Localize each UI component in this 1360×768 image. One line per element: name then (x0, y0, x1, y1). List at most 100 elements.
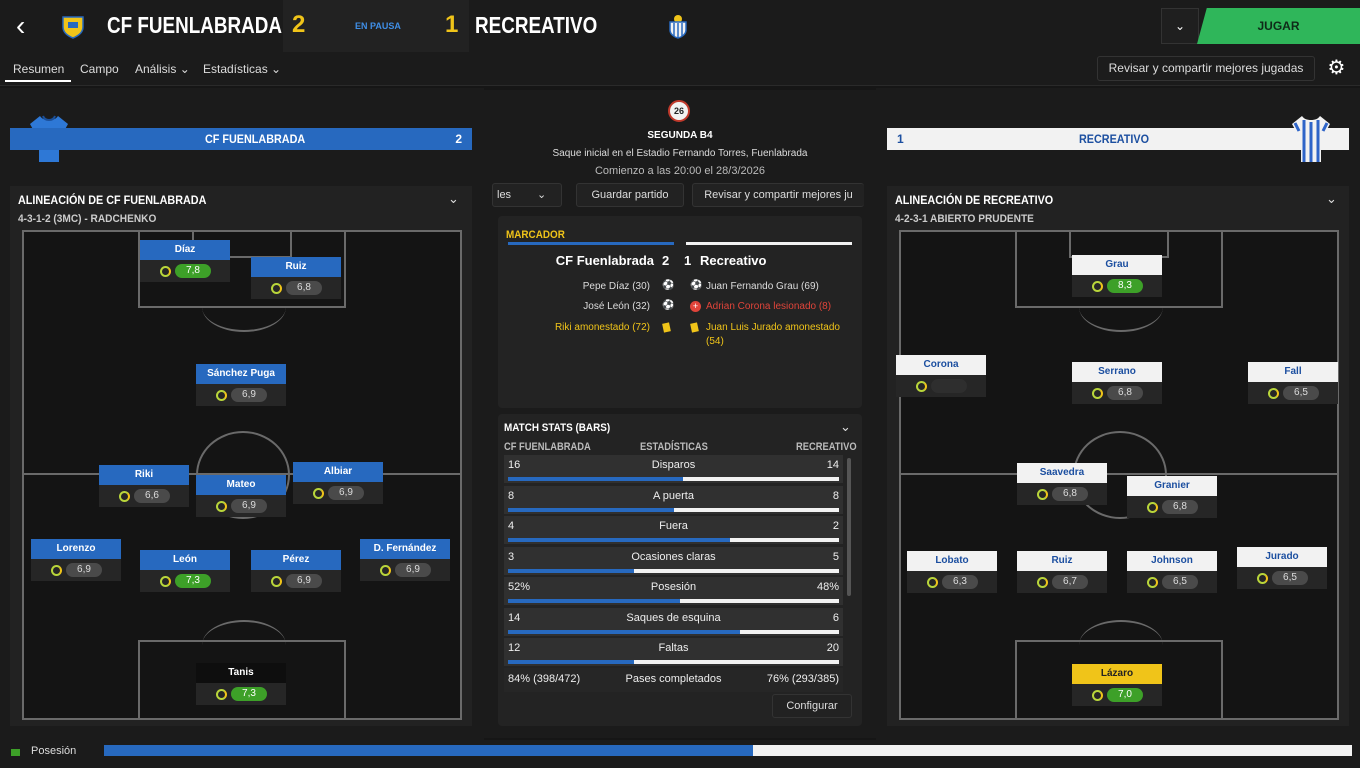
stats-scrollbar[interactable] (847, 458, 851, 596)
player-rating: 6,7 (1052, 575, 1088, 589)
partial-menu-button[interactable]: les ⌄ (492, 183, 562, 207)
tab-analisis-label: Análisis (135, 62, 177, 76)
rating-icon (160, 576, 171, 587)
away-band-name: RECREATIVO (1079, 132, 1150, 146)
player-name: Corona (896, 355, 986, 375)
scoreboard-title: MARCADOR (506, 229, 565, 241)
chevron-down-icon: ⌄ (179, 62, 190, 76)
away-formation: 4-2-3-1 ABIERTO PRUDENTE (895, 213, 1034, 225)
player-card[interactable]: Lázaro 7,0 (1072, 664, 1162, 710)
chevron-down-icon[interactable]: ⌄ (448, 191, 459, 207)
player-name: Díaz (140, 240, 230, 260)
home-event: José León (32) (583, 301, 650, 312)
player-card[interactable]: Lobato 6,3 (907, 551, 997, 597)
play-button[interactable]: JUGAR (1197, 8, 1360, 44)
review-highlights-button[interactable]: Revisar y compartir mejores jugadas (1097, 56, 1315, 81)
rating-icon (380, 565, 391, 576)
player-name: Riki (99, 465, 189, 485)
player-name: Johnson (1127, 551, 1217, 571)
goal-ball-icon: ⚽ (690, 280, 703, 291)
player-rating: 6,5 (1283, 386, 1319, 400)
tab-resumen[interactable]: Resumen (13, 62, 64, 76)
gear-icon[interactable]: ⚙ (1324, 56, 1349, 81)
chevron-down-icon[interactable]: ⌄ (1161, 8, 1199, 44)
stats-col-away: RECREATIVO (796, 441, 857, 453)
scoreboard-away-score: 1 (684, 253, 692, 268)
stat-bar-home-fill (508, 538, 730, 542)
stat-away-value: 20 (826, 642, 839, 654)
home-team-name: CF FUENLABRADA (107, 12, 282, 38)
player-card[interactable]: Saavedra 6,8 (1017, 463, 1107, 509)
player-card[interactable]: Grau 8,3 (1072, 255, 1162, 301)
player-name: Jurado (1237, 547, 1327, 567)
player-rating: 7,3 (175, 574, 211, 588)
tab-analisis[interactable]: Análisis ⌄ (135, 62, 190, 76)
rating-icon (271, 576, 282, 587)
stat-row: 52% Posesión 48% (504, 577, 843, 605)
player-card[interactable]: Albiar 6,9 (293, 462, 383, 508)
rating-icon (160, 266, 171, 277)
goal-ball-icon: ⚽ (662, 280, 675, 291)
player-name: Albiar (293, 462, 383, 482)
home-band-name: CF FUENLABRADA (205, 132, 306, 146)
player-rating: 6,9 (231, 499, 267, 513)
rating-icon (1147, 577, 1158, 588)
rating-icon (216, 689, 227, 700)
player-card[interactable]: Pérez 6,9 (251, 550, 341, 596)
possession-bar-home-fill (104, 745, 753, 756)
player-card[interactable]: Serrano 6,8 (1072, 362, 1162, 408)
review-highlights-button[interactable]: Revisar y compartir mejores ju (692, 183, 864, 207)
configure-button[interactable]: Configurar (772, 694, 852, 718)
player-card[interactable]: Lorenzo 6,9 (31, 539, 121, 585)
player-card[interactable]: Sánchez Puga 6,9 (196, 364, 286, 410)
player-card[interactable]: Ruiz 6,8 (251, 257, 341, 303)
player-name: Ruiz (1017, 551, 1107, 571)
player-card[interactable]: Tanis 7,3 (196, 663, 286, 709)
player-card[interactable]: Granier 6,8 (1127, 476, 1217, 522)
player-card[interactable]: León 7,3 (140, 550, 230, 596)
player-name: Granier (1127, 476, 1217, 496)
rating-icon (1037, 577, 1048, 588)
player-card[interactable]: Riki 6,6 (99, 465, 189, 511)
away-crest-icon (665, 13, 691, 39)
rating-icon (1257, 573, 1268, 584)
passes-away: 76% (293/385) (766, 673, 839, 685)
tab-estadisticas-label: Estadísticas (203, 62, 268, 76)
player-card[interactable]: Díaz 7,8 (140, 240, 230, 286)
stats-title: MATCH STATS (BARS) (504, 422, 611, 434)
away-lineup-title: ALINEACIÓN DE RECREATIVO (895, 193, 1054, 207)
chevron-down-icon[interactable]: ⌄ (840, 419, 851, 435)
player-rating: 6,8 (286, 281, 322, 295)
save-match-button[interactable]: Guardar partido (576, 183, 684, 207)
rating-icon (916, 381, 927, 392)
tab-estadisticas[interactable]: Estadísticas ⌄ (203, 62, 281, 76)
venue-text: Saque inicial en el Estadio Fernando Tor… (552, 148, 808, 159)
player-card[interactable]: Johnson 6,5 (1127, 551, 1217, 597)
pitch-arc (1079, 620, 1163, 670)
rating-icon (1092, 388, 1103, 399)
match-header: ‹ CF FUENLABRADA 2 EN PAUSA 1 RECREATIVO… (0, 0, 1360, 52)
stat-label: Ocasiones claras (631, 551, 716, 563)
stat-bar (508, 477, 839, 481)
away-team-band: 1 RECREATIVO (887, 128, 1349, 150)
tab-campo[interactable]: Campo (80, 62, 119, 76)
player-card[interactable]: D. Fernández 6,9 (360, 539, 450, 585)
player-card[interactable]: Corona (896, 355, 986, 401)
player-card[interactable]: Mateo 6,9 (196, 475, 286, 521)
player-card[interactable]: Ruiz 6,7 (1017, 551, 1107, 597)
stat-bar-home-fill (508, 660, 634, 664)
kickoff-text: Comienzo a las 20:00 el 28/3/2026 (594, 165, 765, 177)
chevron-down-icon[interactable]: ⌄ (1326, 191, 1337, 207)
player-rating: 6,9 (328, 486, 364, 500)
back-arrow-icon[interactable]: ‹ (16, 12, 40, 40)
scoreboard-away-name: Recreativo (700, 253, 767, 268)
away-event: Juan Fernando Grau (69) (706, 281, 819, 292)
player-rating: 6,5 (1162, 575, 1198, 589)
player-name: Grau (1072, 255, 1162, 275)
player-card[interactable]: Fall 6,5 (1248, 362, 1338, 408)
player-rating: 7,0 (1107, 688, 1143, 702)
player-card[interactable]: Jurado 6,5 (1237, 547, 1327, 593)
stat-label: Saques de esquina (626, 612, 721, 624)
away-shirt-icon (1290, 114, 1332, 164)
home-score: 2 (292, 11, 306, 38)
